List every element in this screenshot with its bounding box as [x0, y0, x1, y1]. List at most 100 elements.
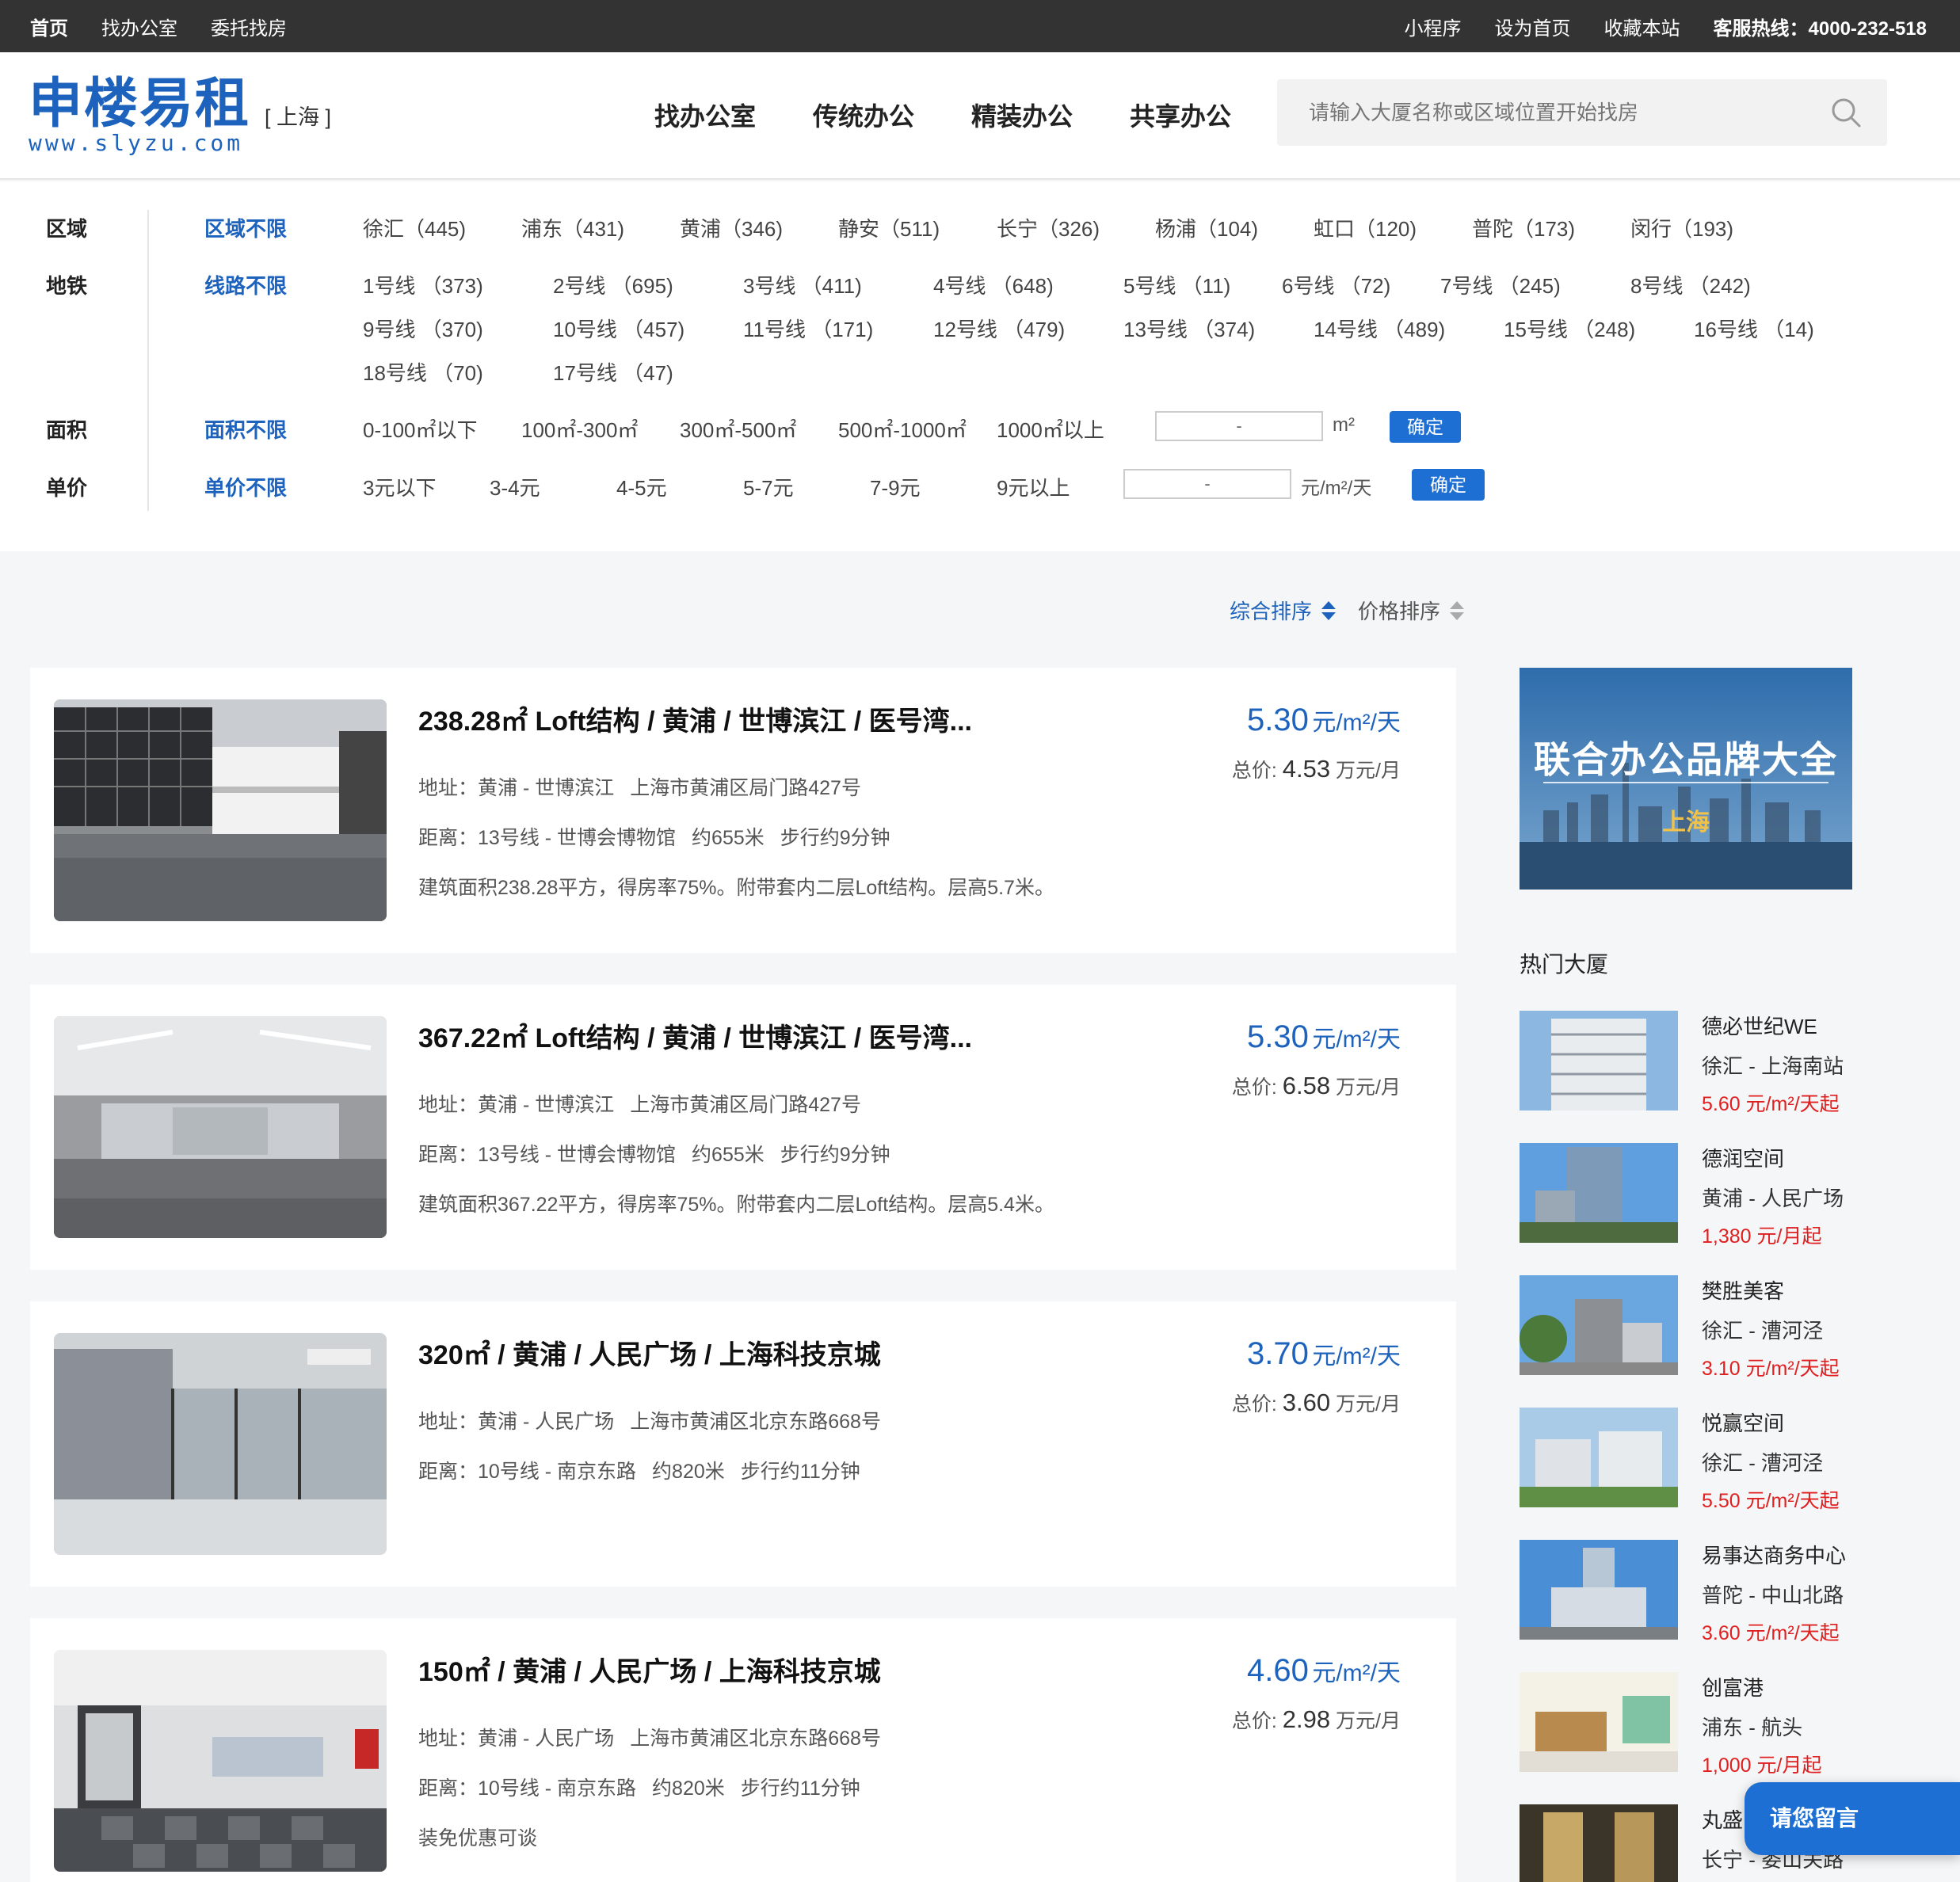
filter-metro-option[interactable]: 5号线 （11) — [1123, 270, 1230, 299]
filter-area-option[interactable]: 徐汇（445) — [363, 213, 466, 242]
hot-building-photo[interactable] — [1520, 1672, 1678, 1772]
filter-metro-option[interactable]: 4号线 （648) — [933, 270, 1054, 299]
hot-building-name[interactable]: 德必世纪WE — [1702, 1011, 1817, 1040]
filter-price-option[interactable]: 5-7元 — [743, 472, 794, 501]
filter-metro-option[interactable]: 18号线 （70) — [363, 357, 483, 387]
coworking-banner[interactable]: 联合办公品牌大全 上海 — [1520, 668, 1852, 890]
size-range-input[interactable]: - — [1155, 411, 1323, 441]
filter-metro-option[interactable]: 15号线 （248) — [1504, 314, 1635, 343]
filter-size-option[interactable]: 0-100㎡以下 — [363, 414, 478, 444]
hot-building-area: 黄浦 - 人民广场 — [1702, 1187, 1844, 1210]
hot-building-name[interactable]: 丸盛 — [1702, 1804, 1743, 1834]
filter-metro-option[interactable]: 8号线 （242) — [1630, 270, 1751, 299]
filter-size-option[interactable]: 1000㎡以上 — [997, 414, 1104, 444]
hot-building-item[interactable]: 创富港 浦东 - 航头 1,000 元/月起 — [1520, 1672, 1931, 1777]
filter-area-all[interactable]: 区域不限 — [204, 213, 287, 242]
listing-photo[interactable] — [54, 1650, 387, 1872]
filter-metro-all[interactable]: 线路不限 — [204, 270, 287, 299]
hot-building-photo[interactable] — [1520, 1540, 1678, 1640]
hot-building-item[interactable]: 德润空间 黄浦 - 人民广场 1,380 元/月起 — [1520, 1143, 1931, 1248]
hot-building-photo[interactable] — [1520, 1143, 1678, 1243]
hot-building-item[interactable]: 樊胜美客 徐汇 - 漕河泾 3.10 元/m²/天起 — [1520, 1275, 1931, 1380]
nav-traditional[interactable]: 传统办公 — [813, 97, 914, 133]
top-link-set-home[interactable]: 设为首页 — [1495, 13, 1571, 40]
listing-price: 3.70 元/m²/天 — [1247, 1336, 1401, 1372]
size-confirm-button[interactable]: 确定 — [1390, 411, 1461, 443]
filter-metro-option[interactable]: 7号线 （245) — [1440, 270, 1561, 299]
filter-metro-option[interactable]: 13号线 （374) — [1123, 314, 1255, 343]
filter-size-option[interactable]: 100㎡-300㎡ — [521, 414, 638, 444]
filter-metro-option[interactable]: 9号线 （370) — [363, 314, 483, 343]
filter-metro-option[interactable]: 1号线 （373) — [363, 270, 483, 299]
hot-building-photo[interactable] — [1520, 1275, 1678, 1375]
hot-building-item[interactable]: 易事达商务中心 普陀 - 中山北路 3.60 元/m²/天起 — [1520, 1540, 1931, 1644]
address-label: 地址： — [418, 1728, 479, 1750]
listing-card[interactable]: 320㎡ / 黄浦 / 人民广场 / 上海科技京城 地址：黄浦 - 人民广场 上海… — [30, 1301, 1456, 1587]
filter-metro-option[interactable]: 12号线 （479) — [933, 314, 1065, 343]
filter-price-option[interactable]: 3元以下 — [363, 472, 436, 501]
listing-card[interactable]: 367.22㎡ Loft结构 / 黄浦 / 世博滨江 / 医号湾... 地址：黄… — [30, 985, 1456, 1270]
listing-photo[interactable] — [54, 1333, 387, 1555]
price-confirm-button[interactable]: 确定 — [1412, 469, 1485, 501]
filter-area-option[interactable]: 静安（511) — [838, 213, 940, 242]
listing-photo[interactable] — [54, 1016, 387, 1238]
filter-area-option[interactable]: 闵行（193) — [1630, 213, 1733, 242]
nav-find-office[interactable]: 找办公室 — [654, 97, 756, 133]
filter-price-option[interactable]: 7-9元 — [870, 472, 921, 501]
filter-metro-option[interactable]: 16号线 （14) — [1694, 314, 1814, 343]
search-input[interactable] — [1309, 79, 1816, 146]
sort-price[interactable]: 价格排序 — [1358, 596, 1465, 625]
hot-building-photo[interactable] — [1520, 1408, 1678, 1507]
listing-title[interactable]: 320㎡ / 黄浦 / 人民广场 / 上海科技京城 — [418, 1333, 881, 1372]
hot-building-photo[interactable] — [1520, 1804, 1678, 1882]
filter-size-all[interactable]: 面积不限 — [204, 414, 287, 444]
filter-price-option[interactable]: 9元以上 — [997, 472, 1070, 501]
filter-area-option[interactable]: 长宁（326) — [997, 213, 1100, 242]
top-link-miniprogram[interactable]: 小程序 — [1405, 13, 1462, 40]
filter-metro-option[interactable]: 14号线 （489) — [1314, 314, 1445, 343]
search-icon[interactable] — [1830, 97, 1862, 128]
listing-title[interactable]: 367.22㎡ Loft结构 / 黄浦 / 世博滨江 / 医号湾... — [418, 1016, 972, 1055]
hot-building-name[interactable]: 德润空间 — [1702, 1143, 1784, 1172]
filter-size-option[interactable]: 500㎡-1000㎡ — [838, 414, 967, 444]
hot-building-photo[interactable] — [1520, 1011, 1678, 1111]
filter-area-option[interactable]: 杨浦（104) — [1155, 213, 1258, 242]
filter-size-option[interactable]: 300㎡-500㎡ — [680, 414, 796, 444]
hot-building-name[interactable]: 樊胜美客 — [1702, 1275, 1784, 1305]
listing-title[interactable]: 150㎡ / 黄浦 / 人民广场 / 上海科技京城 — [418, 1650, 881, 1689]
filter-area-option[interactable]: 浦东（431) — [521, 213, 624, 242]
filter-metro-option[interactable]: 11号线 （171) — [743, 314, 873, 343]
leave-message-button[interactable]: 请您留言 — [1745, 1782, 1960, 1855]
filter-metro-option[interactable]: 3号线 （411) — [743, 270, 862, 299]
filter-price-option[interactable]: 3-4元 — [490, 472, 540, 501]
filter-metro-option[interactable]: 10号线 （457) — [553, 314, 684, 343]
nav-furnished[interactable]: 精装办公 — [971, 97, 1073, 133]
top-link-find-office[interactable]: 找办公室 — [101, 13, 177, 40]
filter-price-all[interactable]: 单价不限 — [204, 472, 287, 501]
logo-en: www.slyzu.com — [29, 130, 244, 156]
filter-area-option[interactable]: 虹口（120) — [1314, 213, 1417, 242]
site-logo[interactable]: 申楼易租 www.slyzu.com — [29, 76, 250, 155]
filter-metro-option[interactable]: 6号线 （72) — [1282, 270, 1390, 299]
filter-metro-option[interactable]: 17号线 （47) — [553, 357, 673, 387]
hot-building-name[interactable]: 创富港 — [1702, 1672, 1764, 1701]
listing-card[interactable]: 238.28㎡ Loft结构 / 黄浦 / 世博滨江 / 医号湾... 地址：黄… — [30, 668, 1456, 953]
top-link-bookmark[interactable]: 收藏本站 — [1604, 13, 1680, 40]
filter-metro-option[interactable]: 2号线 （695) — [553, 270, 673, 299]
hot-building-name[interactable]: 悦赢空间 — [1702, 1408, 1784, 1437]
city-selector[interactable]: [ 上海 ] — [265, 100, 331, 131]
filter-price-option[interactable]: 4-5元 — [616, 472, 667, 501]
listing-title[interactable]: 238.28㎡ Loft结构 / 黄浦 / 世博滨江 / 医号湾... — [418, 699, 972, 738]
top-link-home[interactable]: 首页 — [30, 13, 68, 40]
hot-building-name[interactable]: 易事达商务中心 — [1702, 1540, 1846, 1569]
filter-area-option[interactable]: 普陀（173) — [1472, 213, 1575, 242]
hot-building-item[interactable]: 悦赢空间 徐汇 - 漕河泾 5.50 元/m²/天起 — [1520, 1408, 1931, 1512]
hot-building-item[interactable]: 德必世纪WE 徐汇 - 上海南站 5.60 元/m²/天起 — [1520, 1011, 1931, 1115]
listing-photo[interactable] — [54, 699, 387, 921]
top-link-entrust[interactable]: 委托找房 — [211, 13, 287, 40]
price-range-input[interactable]: - — [1123, 469, 1291, 499]
listing-card[interactable]: 150㎡ / 黄浦 / 人民广场 / 上海科技京城 地址：黄浦 - 人民广场 上海… — [30, 1618, 1456, 1882]
nav-shared[interactable]: 共享办公 — [1130, 97, 1231, 133]
sort-default[interactable]: 综合排序 — [1230, 596, 1337, 625]
filter-area-option[interactable]: 黄浦（346) — [680, 213, 783, 242]
